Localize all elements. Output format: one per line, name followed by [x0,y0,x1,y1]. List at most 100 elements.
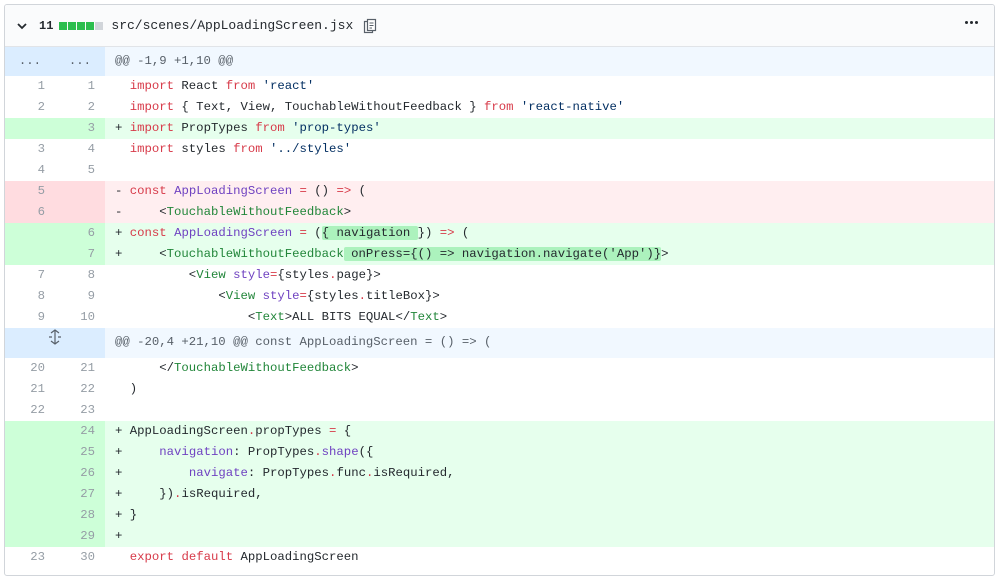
old-line-number[interactable] [5,244,55,265]
diff-line-context: 21 22 ) [5,378,994,400]
old-line-number[interactable]: 5 [5,181,55,202]
code-line: ) [105,378,994,400]
diffstat-add-block [77,21,86,30]
old-line-number[interactable]: 6 [5,202,55,223]
code-line: import { Text, View, TouchableWithoutFee… [105,97,994,118]
diffstat-neutral-block [95,21,104,30]
file-path[interactable]: src/scenes/AppLoadingScreen.jsx [111,18,353,33]
new-line-number[interactable]: 30 [55,546,105,568]
old-line-number[interactable]: 2 [5,97,55,118]
new-line-number[interactable] [55,202,105,223]
code-token: from [225,79,256,93]
new-line-number[interactable]: 4 [55,139,105,160]
old-line-number[interactable] [5,504,55,526]
old-line-number[interactable]: 22 [5,399,55,421]
code-token: from [483,100,514,114]
new-line-number[interactable] [55,181,105,202]
old-line-number[interactable]: 1 [5,76,55,97]
old-line-number[interactable]: 23 [5,546,55,568]
hunk-header-row: @@ -20,4 +21,10 @@ const AppLoadingScree… [5,328,994,358]
new-line-number[interactable]: 5 [55,160,105,181]
file-header: 11 src/scenes/AppLoadingScreen.jsx [5,5,994,47]
code-line: + <TouchableWithoutFeedback onPress={() … [105,244,994,265]
unfold-icon[interactable] [48,328,62,357]
more-options-kebab-icon[interactable] [963,17,980,28]
code-token: AppLoadingScreen [174,226,293,240]
new-line-number[interactable]: 8 [55,265,105,286]
diff-sign [115,361,130,375]
new-line-number[interactable]: 24 [55,420,105,442]
code-token: navigate [188,465,248,480]
code-token: '../styles' [270,142,352,156]
new-line-number[interactable]: 10 [55,307,105,328]
hunk-header-text: @@ -20,4 +21,10 @@ const AppLoadingScree… [105,328,994,358]
new-line-number[interactable]: 9 [55,286,105,307]
code-line: - <TouchableWithoutFeedback> [105,202,994,223]
word-diff-highlight: onPress={() => navigation.navigate('App'… [343,247,662,261]
diff-sign: + [115,444,130,459]
old-line-number[interactable]: 4 [5,160,55,181]
diff-line-context: 78 <View style={styles.page}> [5,265,994,286]
new-line-number[interactable]: 2 [55,97,105,118]
new-line-number[interactable]: 3 [55,118,105,139]
diff-sign: + [115,528,130,543]
code-token: . [314,444,322,459]
new-line-number[interactable]: 26 [55,462,105,484]
diff-sign: + [115,247,130,261]
old-line-number[interactable] [5,223,55,244]
diff-line-added: 27 + }).isRequired, [5,483,994,505]
old-line-number[interactable]: 7 [5,265,55,286]
diff-line-added: 7 + <TouchableWithoutFeedback onPress={()… [5,244,994,265]
code-token: > [439,310,448,324]
code-token: 'react' [262,79,315,93]
diff-sign: - [115,205,130,219]
code-token: navigation [159,444,234,459]
code-token: = [299,184,307,198]
new-line-number[interactable]: 23 [55,399,105,421]
code-token: ( [306,226,322,240]
new-line-number[interactable]: 25 [55,441,105,463]
new-line-number[interactable]: 6 [55,223,105,244]
new-line-number[interactable]: 22 [55,378,105,400]
old-line-number[interactable] [5,420,55,442]
code-line [105,160,994,181]
old-line-number[interactable] [5,483,55,505]
collapse-chevron-icon[interactable] [5,21,39,31]
diffstat-add-block [59,21,68,30]
code-token: }) [129,486,175,501]
new-line-number[interactable]: 1 [55,76,105,97]
old-line-number[interactable] [5,525,55,547]
new-line-number[interactable]: 28 [55,504,105,526]
code-token: React [174,79,226,93]
expand-up-marker[interactable]: ... [5,47,55,76]
new-line-number[interactable]: 7 [55,244,105,265]
expand-lines-cell[interactable] [5,328,105,358]
code-token: import [129,142,175,156]
code-line [105,399,994,421]
code-token: : PropTypes [247,465,330,480]
code-token: ) [129,381,138,396]
code-line: <Text>ALL BITS EQUAL</Text> [105,307,994,328]
old-line-number[interactable]: 3 [5,139,55,160]
old-line-number[interactable]: 21 [5,378,55,400]
diff-sign: + [115,507,130,522]
copy-path-icon[interactable] [363,18,377,34]
code-token: => [336,184,352,198]
diff-sign: + [115,121,130,135]
expand-down-marker[interactable]: ... [55,47,105,76]
old-line-number[interactable] [5,441,55,463]
diff-line-added: 24 + AppLoadingScreen.propTypes = { [5,420,994,442]
old-line-number[interactable] [5,118,55,139]
old-line-number[interactable]: 9 [5,307,55,328]
new-line-number[interactable]: 27 [55,483,105,505]
code-token: </ [129,360,175,375]
old-line-number[interactable]: 8 [5,286,55,307]
new-line-number[interactable]: 29 [55,525,105,547]
new-line-number[interactable]: 21 [55,357,105,379]
old-line-number[interactable]: 20 [5,357,55,379]
code-token: } [129,507,138,522]
old-line-number[interactable] [5,462,55,484]
